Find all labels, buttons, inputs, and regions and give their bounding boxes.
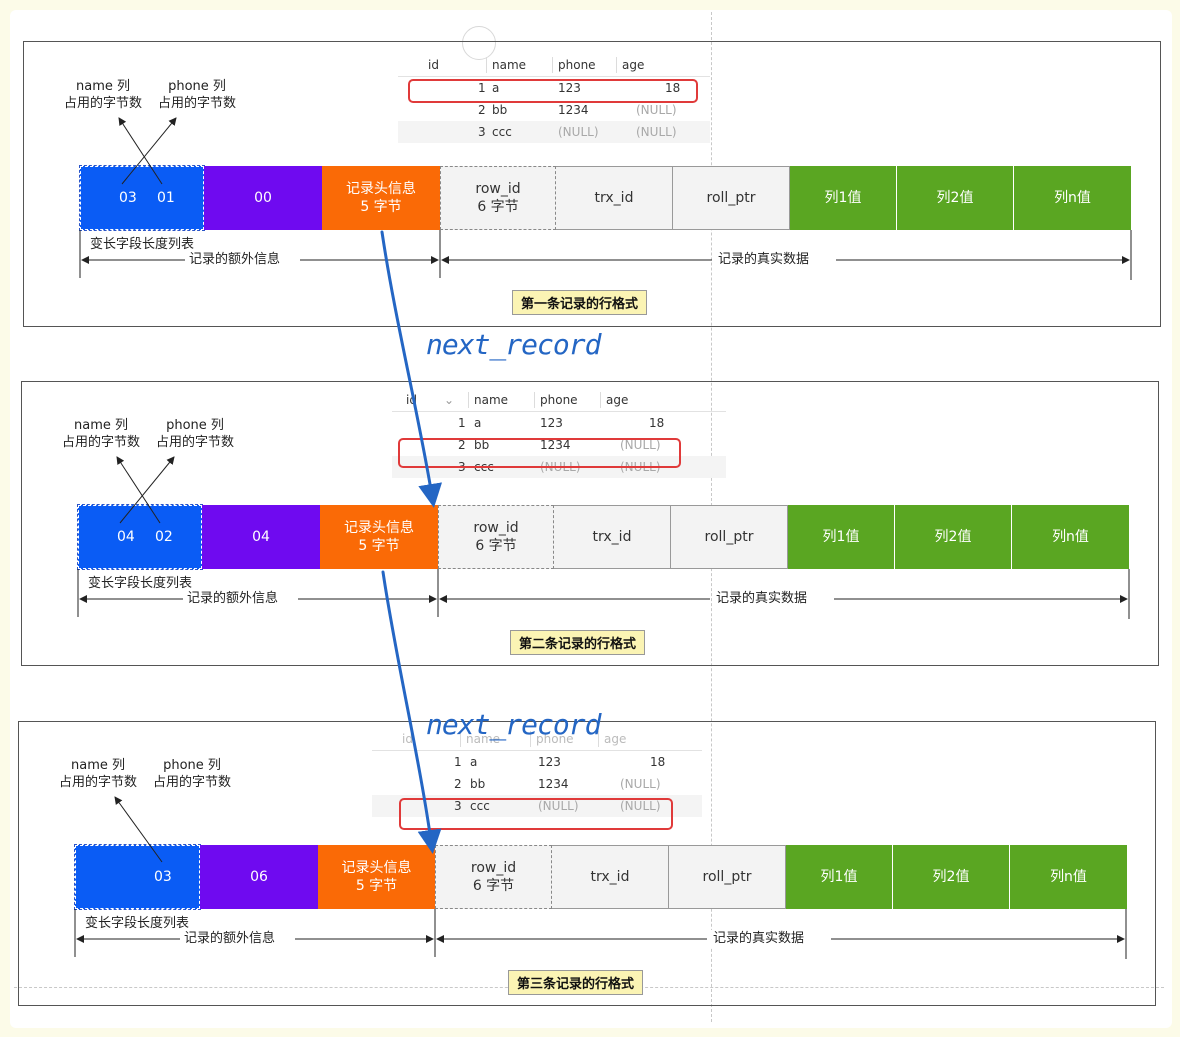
span-lines-3 [74, 909, 1127, 959]
next-record-arrows [380, 230, 443, 854]
span-lines-2 [77, 569, 1130, 619]
connector-lines [74, 117, 1132, 959]
cross-arrows-1 [118, 117, 177, 185]
next-record-label-1: next_record [426, 328, 601, 361]
next-record-label-2: next_record [426, 708, 601, 741]
cross-arrows-2 [116, 456, 175, 524]
span-lines-1 [79, 230, 1132, 280]
single-arrow-3 [114, 796, 163, 863]
